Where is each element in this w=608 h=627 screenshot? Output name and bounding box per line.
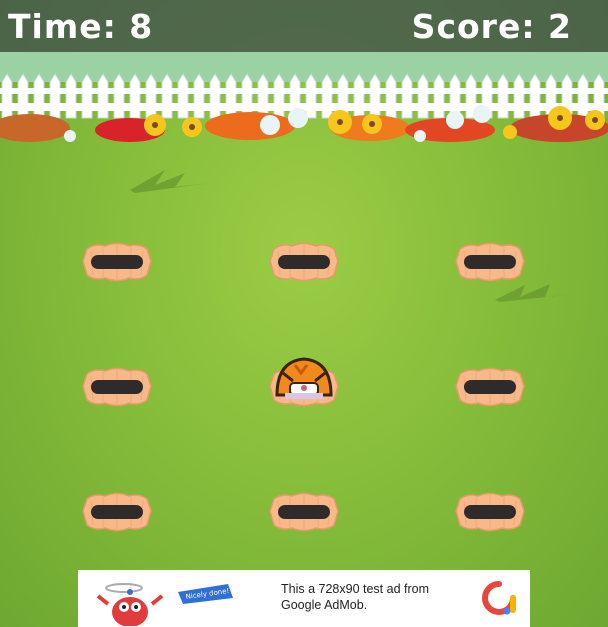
hole-row-2-col-1[interactable]: [81, 366, 153, 408]
fence-picket: [193, 73, 205, 119]
ad-banner[interactable]: Nicely done! This a 728x90 test ad from …: [78, 570, 530, 627]
time-value: 8: [129, 7, 154, 46]
hole-row-3-col-3[interactable]: [454, 491, 526, 533]
fence-picket: [385, 73, 397, 119]
hole-row-3-col-1[interactable]: [81, 491, 153, 533]
fence-picket: [369, 73, 381, 119]
fence-picket: [257, 73, 269, 119]
time-label: Time:: [8, 7, 117, 46]
hole-row-1-col-1[interactable]: [81, 241, 153, 283]
fence-picket: [241, 73, 253, 119]
fence-picket: [81, 73, 93, 119]
admob-logo-icon: [482, 581, 516, 615]
fence-picket: [129, 73, 141, 119]
fence-picket: [33, 73, 45, 119]
fence-picket: [225, 73, 237, 119]
fence-rail: [0, 88, 608, 94]
fence-picket: [417, 73, 429, 119]
fence-picket: [513, 73, 525, 119]
score-label: Score:: [411, 7, 536, 46]
fence-picket: [177, 73, 189, 119]
grass-tuft: [495, 284, 575, 302]
fence-picket: [161, 73, 173, 119]
game-stage: Time: 8 Score: 2 Nicely done! This a 728…: [0, 0, 608, 627]
score-value: 2: [548, 7, 572, 46]
fence-picket: [209, 73, 221, 119]
hole-row-3-col-2[interactable]: [268, 491, 340, 533]
fence-picket: [577, 73, 589, 119]
hole-row-1-col-3[interactable]: [454, 241, 526, 283]
ad-illustration: Nicely done!: [96, 583, 233, 626]
fence-picket: [305, 73, 317, 119]
fence-picket: [321, 73, 333, 119]
fence-picket: [1, 73, 13, 119]
fence-picket: [401, 73, 413, 119]
fence-picket: [273, 73, 285, 119]
garden-fence: [0, 73, 608, 142]
fence-picket: [65, 73, 77, 119]
fence-picket: [497, 73, 509, 119]
grass-tuft: [130, 170, 210, 193]
fence-picket: [17, 73, 29, 119]
fence-picket: [49, 73, 61, 119]
fence-picket: [433, 73, 445, 119]
fence-picket: [113, 73, 125, 119]
fence-picket: [529, 73, 541, 119]
fence-picket: [353, 73, 365, 119]
score-display: Score: 2: [412, 7, 572, 46]
timer-display: Time: 8: [8, 7, 153, 46]
fence-picket: [97, 73, 109, 119]
fence-picket: [145, 73, 157, 119]
hole-row-2-col-3[interactable]: [454, 366, 526, 408]
hole-row-1-col-2[interactable]: [268, 241, 340, 283]
ad-text: This a 728x90 test ad from Google AdMob.: [281, 582, 429, 612]
mole-character[interactable]: [273, 355, 335, 401]
hud-bar: Time: 8 Score: 2: [0, 0, 608, 52]
